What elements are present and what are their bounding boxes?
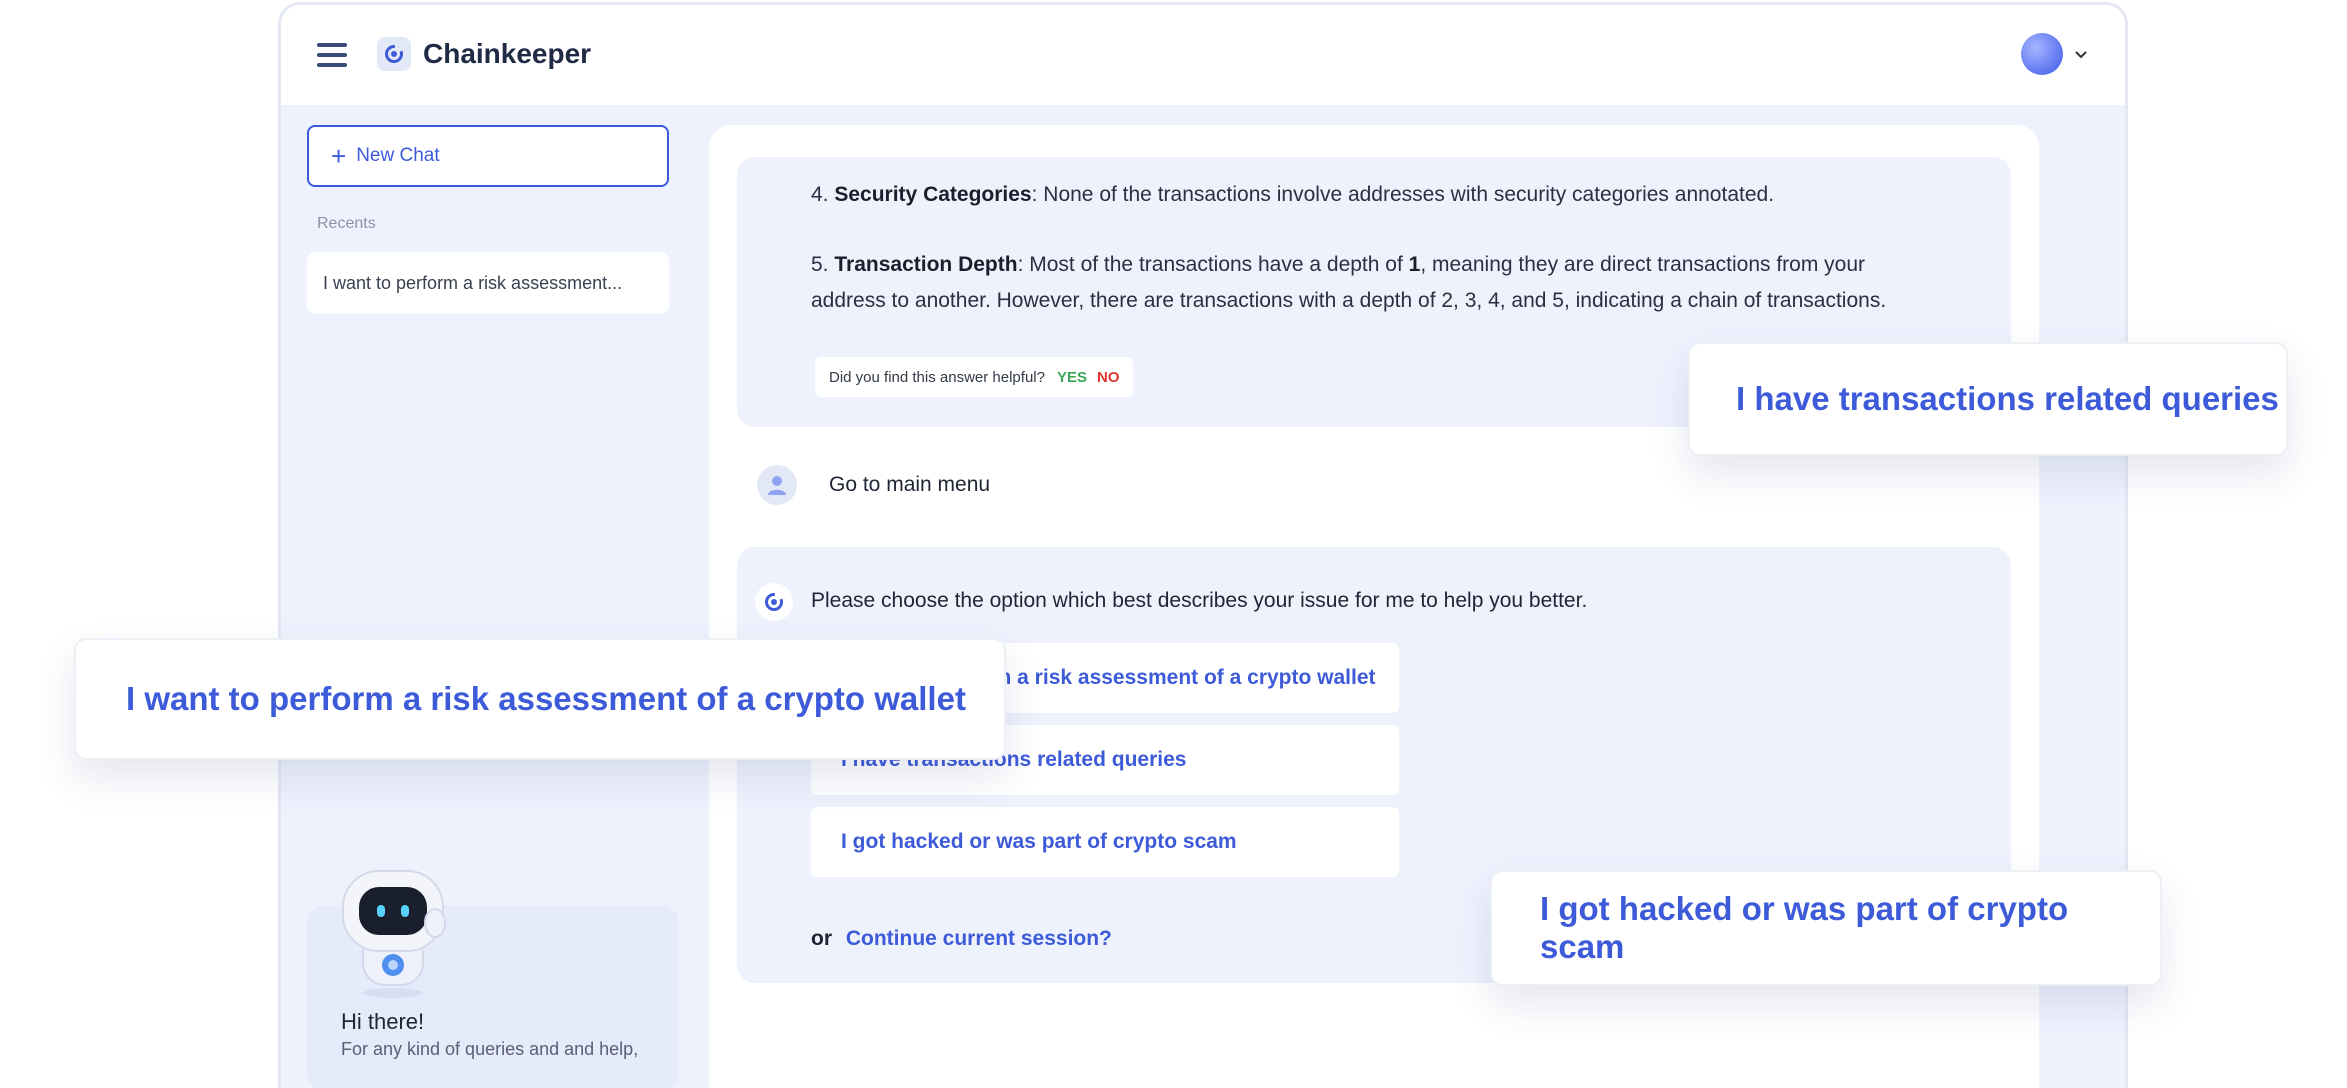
user-message: Go to main menu — [757, 465, 990, 505]
item-text: , meaning they are direct transactions f… — [1420, 253, 1866, 276]
feedback-yes-button[interactable]: YES — [1057, 369, 1087, 386]
chainkeeper-logo-icon — [377, 37, 411, 71]
brand-name: Chainkeeper — [423, 38, 592, 69]
chevron-down-icon[interactable] — [2073, 46, 2089, 62]
answer-item-5: 5. Transaction Depth: Most of the transa… — [811, 247, 1886, 319]
item-number: 5. — [811, 253, 829, 276]
user-message-text: Go to main menu — [829, 473, 991, 496]
continue-session-link[interactable]: Continue current session? — [846, 927, 1112, 950]
item-number: 4. — [811, 183, 829, 206]
user-avatar[interactable] — [2021, 33, 2063, 75]
recents-heading: Recents — [317, 215, 376, 232]
bot-prompt: Please choose the option which best desc… — [811, 589, 1588, 612]
item-text: : Most of the transactions have a depth … — [1017, 253, 1403, 276]
brand[interactable]: Chainkeeper — [377, 37, 591, 71]
item-text: address to another. However, there are t… — [811, 289, 1887, 312]
help-card-title: Hi there! — [341, 1009, 425, 1034]
continue-prefix: or — [811, 927, 832, 950]
callout-transaction-queries[interactable]: I have transactions related queries — [1688, 342, 2288, 456]
callout-hacked-scam[interactable]: I got hacked or was part of crypto scam — [1490, 870, 2162, 986]
top-bar: Chainkeeper — [281, 5, 2125, 105]
feedback-question: Did you find this answer helpful? — [829, 368, 1045, 386]
bot-avatar-icon — [755, 583, 793, 621]
option-hacked-scam[interactable]: I got hacked or was part of crypto scam — [811, 807, 1399, 877]
depth-value: 1 — [1408, 253, 1421, 276]
robot-mascot-icon — [342, 870, 446, 998]
new-chat-label: New Chat — [356, 145, 440, 166]
user-icon — [757, 465, 797, 505]
callout-risk-assessment[interactable]: I want to perform a risk assessment of a… — [74, 638, 1006, 760]
hamburger-menu-icon[interactable] — [317, 43, 347, 67]
item-title: Transaction Depth — [834, 253, 1018, 276]
answer-item-4: 4. Security Categories: None of the tran… — [811, 177, 1774, 213]
plus-icon: + — [331, 141, 347, 171]
account-menu[interactable] — [2021, 33, 2089, 75]
help-card-subtitle: For any kind of queries and and help, — [341, 1039, 639, 1059]
recent-chat-item[interactable]: I want to perform a risk assessment... — [307, 252, 669, 314]
item-title: Security Categories — [834, 183, 1032, 206]
feedback-bar: Did you find this answer helpful? YES NO — [815, 357, 1134, 397]
continue-session-row: or Continue current session? — [811, 927, 1112, 951]
feedback-no-button[interactable]: NO — [1097, 369, 1120, 386]
item-text: : None of the transactions involve addre… — [1031, 183, 1775, 206]
new-chat-button[interactable]: + New Chat — [307, 125, 669, 187]
